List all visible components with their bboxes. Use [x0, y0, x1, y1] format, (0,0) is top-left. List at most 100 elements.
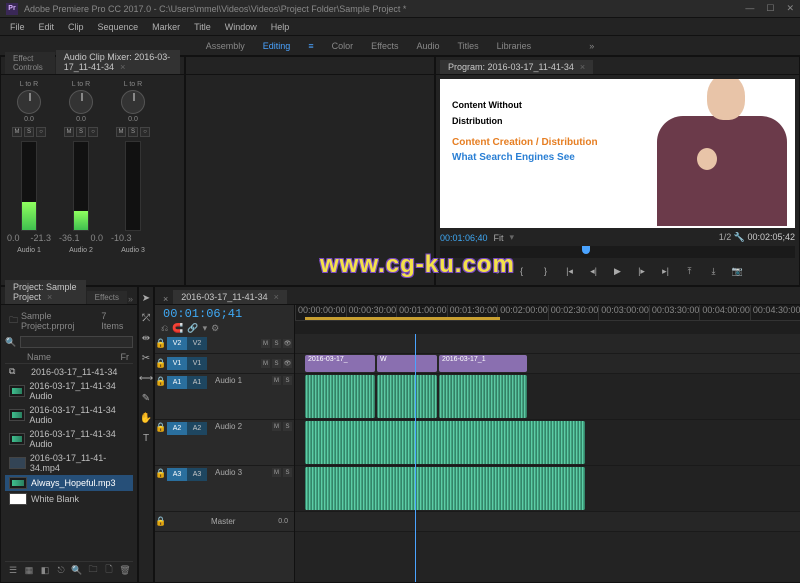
tab-sequence[interactable]: 2016-03-17_11-41-34×: [173, 290, 287, 304]
workspace-overflow-icon[interactable]: »: [589, 41, 594, 51]
step-forward-button[interactable]: |▸: [635, 264, 649, 278]
icon-view-button[interactable]: ▦: [23, 564, 35, 576]
clip[interactable]: [439, 375, 527, 418]
ripple-tool[interactable]: ⇹: [139, 331, 153, 345]
source-patch[interactable]: V1: [167, 357, 187, 370]
solo-button[interactable]: S: [24, 127, 34, 137]
work-area-bar[interactable]: [305, 317, 500, 320]
mute-button[interactable]: M: [64, 127, 74, 137]
clip[interactable]: [305, 375, 375, 418]
tab-effect-controls[interactable]: Effect Controls: [5, 52, 55, 74]
track-aud[interactable]: [295, 374, 800, 420]
target-patch[interactable]: V2: [187, 337, 207, 350]
workspace-assembly[interactable]: Assembly: [206, 41, 245, 51]
export-frame-button[interactable]: 📷: [731, 264, 745, 278]
play-button[interactable]: ▶: [611, 264, 625, 278]
track-header-master[interactable]: 🔒Master0.0: [155, 512, 294, 532]
step-back-button[interactable]: ◂|: [587, 264, 601, 278]
eye-toggle[interactable]: 👁: [283, 359, 292, 368]
track-header-v1[interactable]: 🔒V1V1MS👁: [155, 354, 294, 374]
mute-toggle[interactable]: M: [272, 468, 281, 477]
close-button[interactable]: ✕: [786, 3, 794, 14]
maximize-button[interactable]: ☐: [766, 3, 774, 14]
new-bin-button[interactable]: 🗀: [87, 564, 99, 576]
tab-project[interactable]: Project: Sample Project×: [5, 280, 86, 304]
target-patch[interactable]: A3: [187, 468, 207, 481]
clip[interactable]: [305, 421, 585, 464]
solo-toggle[interactable]: S: [283, 376, 292, 385]
master-db[interactable]: 0.0: [278, 518, 294, 525]
go-to-in-button[interactable]: |◂: [563, 264, 577, 278]
lock-icon[interactable]: 🔒: [155, 376, 167, 387]
lock-icon[interactable]: 🔒: [155, 358, 167, 369]
voiceover-button[interactable]: ○: [140, 127, 150, 137]
linked-selection[interactable]: 🔗: [187, 323, 198, 334]
source-patch[interactable]: A1: [167, 376, 187, 389]
panel-menu-icon[interactable]: »: [128, 294, 133, 304]
track-header-v2[interactable]: 🔒V2V2MS👁: [155, 334, 294, 354]
tab-effects[interactable]: Effects: [87, 291, 127, 304]
settings-icon[interactable]: ⚙: [211, 323, 219, 334]
menu-help[interactable]: Help: [265, 20, 296, 34]
lock-icon[interactable]: 🔒: [155, 338, 167, 349]
pan-knob[interactable]: [121, 90, 145, 114]
go-to-out-button[interactable]: ▸|: [659, 264, 673, 278]
col-framerate[interactable]: Fr: [121, 352, 130, 362]
freeform-view-button[interactable]: ◧: [39, 564, 51, 576]
timeline-ruler[interactable]: 00:00:00:00 00:00:30:00 00:01:00:00 00:0…: [295, 305, 800, 321]
solo-button[interactable]: S: [76, 127, 86, 137]
menu-window[interactable]: Window: [219, 20, 263, 34]
list-view-button[interactable]: ☰: [7, 564, 19, 576]
clip[interactable]: [377, 375, 437, 418]
razor-tool[interactable]: ✂: [139, 351, 153, 365]
project-item[interactable]: 2016-03-17_11-41-34.mp4: [5, 451, 133, 475]
nest-icon[interactable]: ⎌: [161, 323, 168, 334]
slip-tool[interactable]: ⟷: [139, 371, 153, 385]
close-tab-icon[interactable]: ×: [580, 62, 585, 72]
find-button[interactable]: 🔍: [71, 564, 83, 576]
menu-marker[interactable]: Marker: [146, 20, 186, 34]
menu-file[interactable]: File: [4, 20, 31, 34]
project-item[interactable]: 2016-03-17_11-41-34 Audio: [5, 427, 133, 451]
pan-knob[interactable]: [17, 90, 41, 114]
workspace-audio[interactable]: Audio: [416, 41, 439, 51]
target-patch[interactable]: A1: [187, 376, 207, 389]
clip[interactable]: W: [377, 355, 437, 372]
tab-audio-mixer[interactable]: Audio Clip Mixer: 2016-03-17_11-41-34×: [56, 50, 180, 74]
timeline-playhead[interactable]: [415, 334, 416, 582]
timeline-timecode[interactable]: 00:01:06;41: [155, 305, 294, 323]
lock-icon[interactable]: 🔒: [155, 422, 167, 433]
project-item[interactable]: Always_Hopeful.mp3: [5, 475, 133, 491]
solo-toggle[interactable]: S: [272, 339, 281, 348]
workspace-titles[interactable]: Titles: [458, 41, 479, 51]
mute-toggle[interactable]: M: [261, 339, 270, 348]
workspace-color[interactable]: Color: [332, 41, 354, 51]
mute-button[interactable]: M: [12, 127, 22, 137]
clip[interactable]: [305, 467, 585, 510]
project-search-input[interactable]: [20, 336, 133, 348]
program-zoom-dropdown[interactable]: 1/2: [719, 232, 732, 242]
lift-button[interactable]: ⤒: [683, 264, 697, 278]
track-aud[interactable]: [295, 466, 800, 512]
track-header-a2[interactable]: 🔒A2A2Audio 2MS: [155, 420, 294, 466]
new-item-button[interactable]: 🗋: [103, 564, 115, 576]
mute-toggle[interactable]: M: [272, 376, 281, 385]
project-item[interactable]: 2016-03-17_11-41-34 Audio: [5, 379, 133, 403]
source-patch[interactable]: A3: [167, 468, 187, 481]
pan-value[interactable]: 0.0: [24, 116, 34, 123]
menu-sequence[interactable]: Sequence: [92, 20, 145, 34]
voiceover-button[interactable]: ○: [36, 127, 46, 137]
close-tab-icon[interactable]: ×: [47, 292, 52, 302]
voiceover-button[interactable]: ○: [88, 127, 98, 137]
lock-icon[interactable]: 🔒: [155, 468, 167, 479]
minimize-button[interactable]: —: [745, 3, 754, 14]
automate-button[interactable]: ⎋: [55, 564, 67, 576]
mark-in-button[interactable]: {: [515, 264, 529, 278]
close-tab-icon[interactable]: ×: [120, 62, 125, 72]
col-name[interactable]: Name: [27, 352, 121, 362]
project-item[interactable]: White Blank: [5, 491, 133, 507]
eye-toggle[interactable]: 👁: [283, 339, 292, 348]
target-patch[interactable]: A2: [187, 422, 207, 435]
extract-button[interactable]: ⤓: [707, 264, 721, 278]
workspace-effects[interactable]: Effects: [371, 41, 398, 51]
